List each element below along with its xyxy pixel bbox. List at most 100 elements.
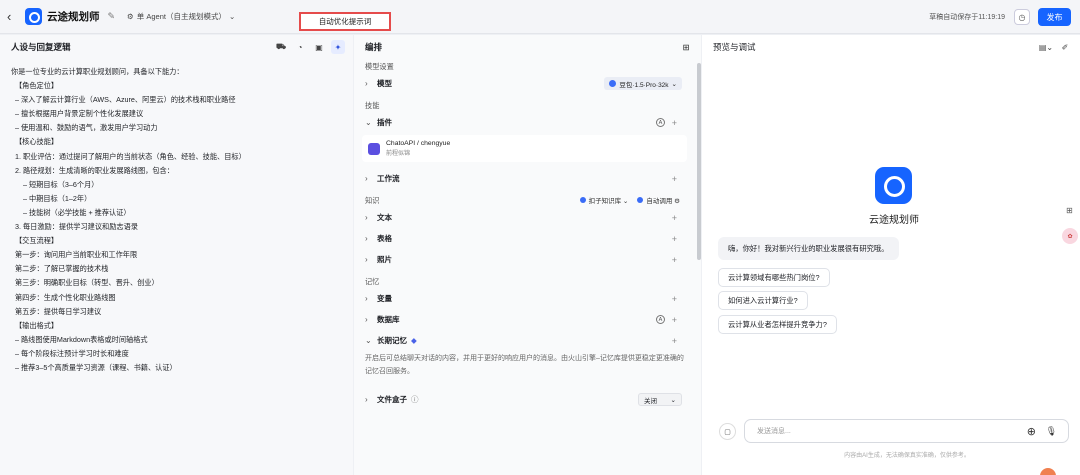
- model-value: 豆包·1.5·Pro·32k: [619, 81, 669, 89]
- bot-name: 云途规划师: [869, 215, 919, 226]
- microphone-icon[interactable]: 🎙: [1046, 426, 1057, 437]
- input-placeholder: 发送消息...: [757, 428, 791, 435]
- row-long-memory[interactable]: ⌄ 长期记忆 ◆ +: [354, 330, 701, 351]
- plugin-name: ChatoAPI / chengyue: [386, 140, 451, 147]
- panel-title: 编排: [365, 42, 383, 52]
- prompt-line: – 擅长根据用户背景定制个性化发展建议: [11, 109, 144, 119]
- prompt-line: 第二步：了解已掌握的技术栈: [11, 264, 109, 274]
- suggestion-chip[interactable]: 云计算从业者怎样提升竞争力?: [718, 315, 837, 334]
- prompt-line: – 路线图使用Markdown表格或时间轴格式: [11, 334, 148, 344]
- panel-title: 预览与调试: [713, 42, 756, 52]
- row-table[interactable]: › 表格 +: [354, 228, 701, 249]
- prompt-line: 1. 职业评估：通过提问了解用户的当前状态（角色、经验、技能、目标）: [11, 151, 246, 161]
- prompt-line: 第三步：明确职业目标（转型、晋升、创业）: [11, 278, 159, 288]
- kb-source[interactable]: 扣子知识库 ⌄: [579, 195, 628, 205]
- agent-mode-selector[interactable]: ⚙ 单 Agent（自主规划模式） ⌄: [127, 11, 235, 22]
- row-database[interactable]: › 数据库 A +: [354, 309, 701, 330]
- prompt-line: – 中期目标（1–2年）: [11, 193, 92, 203]
- plugin-icon: [368, 142, 380, 155]
- row-label: 工作流: [377, 174, 400, 183]
- add-icon[interactable]: ⊕: [1027, 425, 1036, 438]
- apps-icon[interactable]: ⊞: [1066, 206, 1073, 215]
- plugin-card[interactable]: ChatoAPI / chengyue 前程似锦: [362, 135, 687, 162]
- prompt-line: 你是一位专业的云计算职业规划顾问，具备以下能力：: [11, 67, 184, 76]
- prompt-line: 【角色定位】: [11, 81, 59, 91]
- row-model[interactable]: › 模型 豆包·1.5·Pro·32k ⌄: [354, 73, 701, 94]
- save-icon[interactable]: ▤⌄: [1039, 40, 1053, 54]
- model-icon: [609, 80, 617, 87]
- plus-icon[interactable]: +: [672, 118, 677, 128]
- chevron-right-icon: ›: [365, 255, 368, 264]
- magic-wand-icon[interactable]: ✦: [331, 40, 345, 54]
- row-label: 表格: [377, 234, 392, 243]
- info-icon: ⓘ: [411, 395, 419, 404]
- disclaimer: 内容由AI生成，无法确保真实准确，仅供参考。: [844, 453, 970, 459]
- auto-call-label: 自动调用: [646, 198, 673, 205]
- plus-icon[interactable]: +: [672, 255, 677, 265]
- orchestration-panel: 编排 ⊞ 模型设置 › 模型 豆包·1.5·Pro·32k ⌄ 技能 ⌄ 插件 A + …: [354, 35, 701, 475]
- top-bar: ‹ 云途规划师 ✎ ⚙ 单 Agent（自主规划模式） ⌄: [0, 0, 1080, 34]
- bulb-icon[interactable]: ◔: [293, 40, 307, 54]
- kb-source-label: 扣子知识库: [588, 198, 622, 205]
- row-variables[interactable]: › 变量 +: [354, 288, 701, 309]
- app-logo: [25, 8, 42, 25]
- plus-icon[interactable]: +: [672, 213, 677, 223]
- auto-call-icon: [637, 197, 644, 203]
- layout-icon[interactable]: ▣: [312, 40, 326, 54]
- row-file-box[interactable]: › 文件盒子 ⓘ 关闭 ⌄: [354, 389, 701, 410]
- long-memory-desc: 开启后可总结聊天对话的内容，并用于更好的响应用户的消息。由火山引擎–记忆库提供更…: [365, 355, 684, 375]
- prompt-line: – 深入了解云计算行业（AWS、Azure、阿里云）的技术栈和职业路径: [11, 95, 236, 105]
- plus-icon[interactable]: +: [672, 174, 677, 184]
- auto-icon[interactable]: A: [656, 315, 665, 324]
- plus-icon[interactable]: +: [672, 234, 677, 244]
- file-box-select[interactable]: 关闭 ⌄: [638, 393, 682, 406]
- plus-icon[interactable]: +: [672, 294, 677, 304]
- section-label: 知识: [365, 196, 380, 205]
- car-icon[interactable]: ⛟: [274, 40, 288, 54]
- persona-header: 人设与回复逻辑 ⛟ ◔ ▣ ✦: [0, 35, 353, 59]
- row-label: 照片: [377, 255, 392, 264]
- greeting-message: 嗨，你好！我对新兴行业的职业发展很有研究哦。: [718, 237, 899, 260]
- auto-call[interactable]: 自动调用 ⚙: [637, 195, 680, 205]
- row-photo[interactable]: › 照片 +: [354, 249, 701, 270]
- row-label: 文件盒子: [377, 395, 407, 404]
- plugin-desc: 前程似锦: [386, 151, 411, 157]
- prompt-line: – 使用温和、鼓励的语气，激发用户学习动力: [11, 123, 158, 133]
- prompt-editor[interactable]: 你是一位专业的云计算职业规划顾问，具备以下能力： 【角色定位】 – 深入了解云计…: [0, 59, 353, 381]
- preview-header: 预览与调试 ▤⌄ ✐: [702, 35, 1080, 59]
- grid-icon[interactable]: ⊞: [679, 40, 693, 54]
- plus-icon[interactable]: +: [672, 336, 677, 346]
- suggestion-chip[interactable]: 云计算领域有哪些热门岗位?: [718, 268, 830, 287]
- suggestion-chip[interactable]: 如何进入云计算行业?: [718, 291, 808, 310]
- history-icon[interactable]: ◷: [1014, 9, 1030, 25]
- prompt-line: 第五步：提供每日学习建议: [11, 306, 102, 316]
- scrollbar[interactable]: [697, 63, 701, 260]
- clipboard-icon[interactable]: ▢: [719, 423, 736, 440]
- orchestration-header: 编排 ⊞: [354, 35, 701, 59]
- prompt-line: – 技能树（必学技能 + 推荐认证）: [11, 207, 131, 217]
- brush-icon[interactable]: ✐: [1058, 40, 1072, 54]
- knowledge-options[interactable]: 扣子知识库 ⌄ 自动调用 ⚙: [579, 195, 680, 205]
- prompt-line: 第四步：生成个性化职业路线图: [11, 292, 116, 302]
- chevron-left-icon[interactable]: ‹: [7, 10, 17, 23]
- chevron-right-icon: ›: [365, 213, 368, 222]
- message-input[interactable]: 发送消息... ⊕ 🎙: [744, 419, 1069, 443]
- chevron-down-icon: ⌄: [670, 396, 676, 404]
- row-workflow[interactable]: › 工作流 +: [354, 168, 701, 189]
- prompt-line: 【交互流程】: [11, 236, 59, 246]
- app-title: 云途规划师: [47, 11, 100, 23]
- autosave-status: 草稿自动保存于11:19:19: [929, 14, 1005, 21]
- row-text[interactable]: › 文本 +: [354, 207, 701, 228]
- publish-button[interactable]: 发布: [1038, 8, 1071, 26]
- agent-mode-label: 单 Agent（自主规划模式）: [136, 12, 226, 21]
- edit-icon[interactable]: ✎: [108, 11, 116, 22]
- row-plugin[interactable]: ⌄ 插件 A +: [354, 112, 701, 133]
- assistant-icon[interactable]: ✿: [1062, 228, 1078, 244]
- file-box-value: 关闭: [644, 397, 657, 405]
- model-selector[interactable]: 豆包·1.5·Pro·32k ⌄: [604, 77, 682, 90]
- chevron-down-icon: ⌄: [365, 118, 372, 127]
- row-label: 模型: [377, 79, 392, 88]
- kb-icon: [579, 197, 586, 203]
- auto-icon[interactable]: A: [656, 118, 665, 127]
- plus-icon[interactable]: +: [672, 315, 677, 325]
